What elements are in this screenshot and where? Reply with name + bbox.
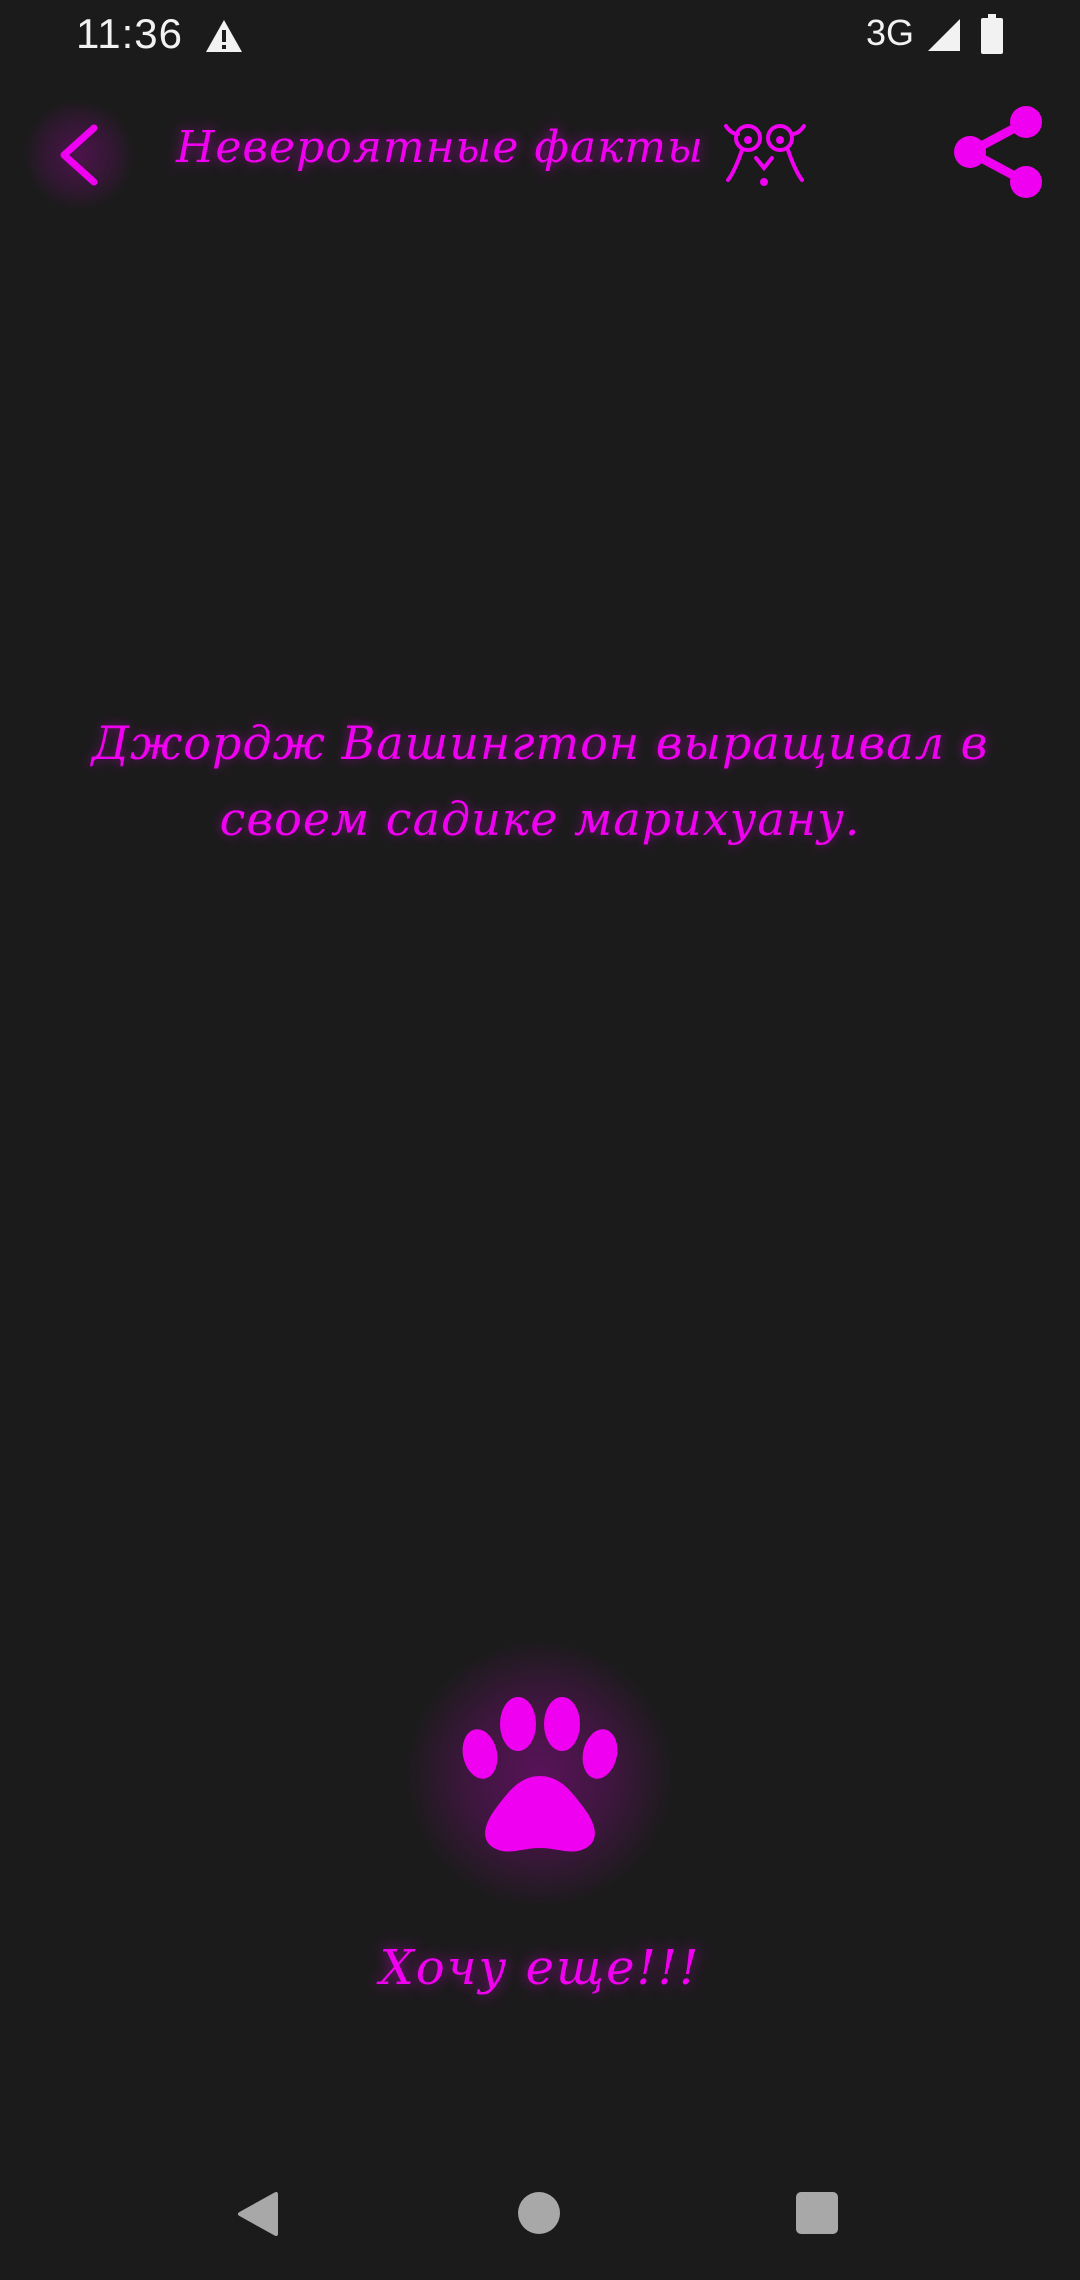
more-button-label[interactable]: Хочу еще!!! — [290, 1940, 790, 1996]
status-bar: 11:36 3G — [0, 0, 1080, 72]
fact-text: Джордж Вашингтон выращивал в своем садик… — [80, 705, 1000, 857]
status-time: 11:36 — [76, 10, 183, 57]
navigation-bar — [0, 2140, 1080, 2280]
share-icon[interactable] — [948, 102, 1048, 202]
paw-icon — [462, 1697, 618, 1852]
cell-signal-icon — [928, 19, 960, 51]
nav-home-circle-icon[interactable] — [518, 2192, 560, 2234]
nav-recents-square-icon[interactable] — [796, 2192, 838, 2234]
network-type-label: 3G — [866, 12, 915, 53]
fact-line-2: своем садике марихуану. — [219, 792, 861, 846]
back-button[interactable] — [24, 100, 134, 210]
next-fact-button[interactable] — [406, 1640, 674, 1908]
nav-back-triangle-icon[interactable] — [236, 2190, 280, 2238]
fact-line-1: Джордж Вашингтон выращивал в — [91, 716, 989, 770]
fact-screen: 11:36 3G Невероятные факты Джордж Вашинг… — [0, 0, 1080, 2280]
chevron-left-icon — [60, 124, 98, 186]
wide-eyed-face-emoji-icon — [724, 124, 806, 186]
battery-icon — [981, 14, 1003, 54]
page-title: Невероятные факты — [176, 122, 704, 173]
toolbar: Невероятные факты — [0, 80, 1080, 230]
warning-triangle-icon — [206, 20, 242, 52]
